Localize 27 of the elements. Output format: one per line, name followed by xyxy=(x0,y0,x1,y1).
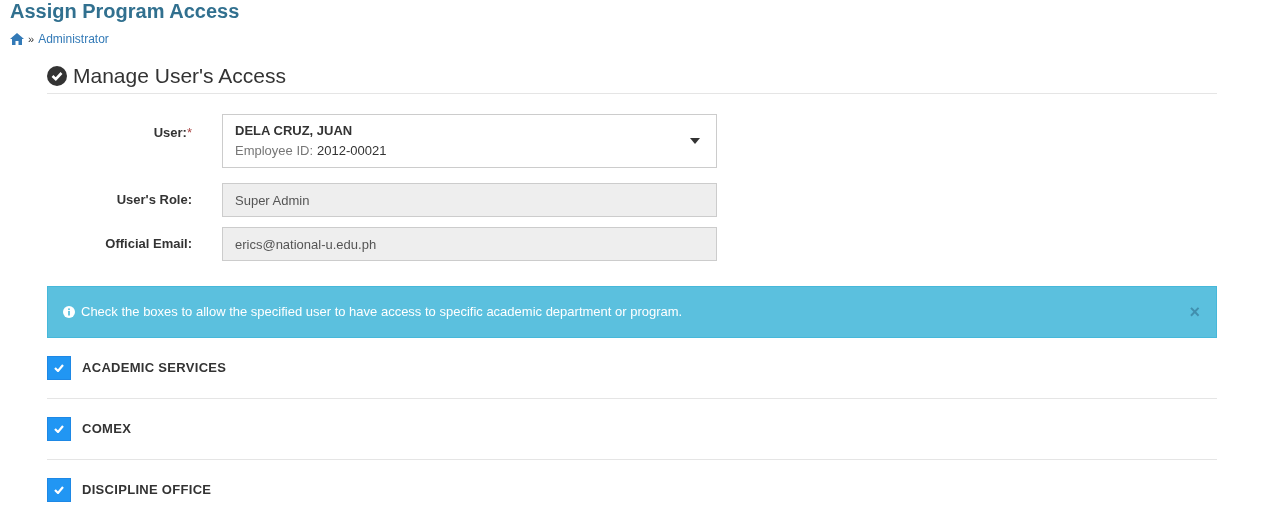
breadcrumb-separator: » xyxy=(28,31,35,47)
employee-id-value: 2012-00021 xyxy=(317,142,387,160)
home-icon[interactable] xyxy=(10,33,24,45)
checkbox[interactable] xyxy=(47,478,71,502)
text-field[interactable]: erics@national-u.edu.ph xyxy=(222,227,717,261)
breadcrumb-link[interactable]: Administrator xyxy=(38,30,109,48)
field-label: User's Role: xyxy=(116,192,192,208)
alert-message: Check the boxes to allow the specified user to have access to specific academic department or program. xyxy=(81,303,683,322)
program-label: ACADEMIC SERVICES xyxy=(82,359,227,378)
employee-id-label: Employee ID: xyxy=(235,142,314,160)
checkbox[interactable] xyxy=(47,417,71,441)
user-name: DELA CRUZ, JUAN xyxy=(235,122,354,140)
checkmark-icon xyxy=(54,425,64,433)
field-label: User:* xyxy=(153,125,192,140)
field-label: Official Email: xyxy=(105,236,192,252)
section-title: Manage User's Access xyxy=(73,63,286,89)
program-label: DISCIPLINE OFFICE xyxy=(82,481,212,500)
page-title: Assign Program Access xyxy=(10,0,240,22)
checkmark-icon xyxy=(54,364,64,372)
checkbox[interactable] xyxy=(47,356,71,380)
caret-icon xyxy=(690,138,700,144)
text-field[interactable]: Super Admin xyxy=(222,183,717,217)
check-circle-icon xyxy=(47,66,67,86)
info-icon xyxy=(63,306,75,318)
program-label: COMEX xyxy=(82,420,132,439)
user-select[interactable]: DELA CRUZ, JUAN Employee ID: 2012-00021 xyxy=(222,114,717,168)
checkmark-icon xyxy=(54,486,64,494)
